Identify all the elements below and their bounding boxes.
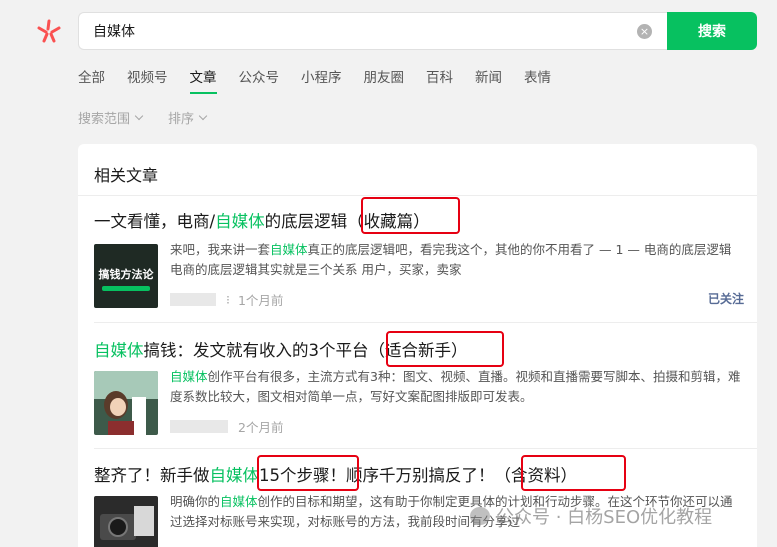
tab-articles[interactable]: 文章 xyxy=(189,66,217,94)
divider xyxy=(94,322,757,323)
divider xyxy=(94,448,757,449)
annotation-box xyxy=(521,455,626,491)
wechat-icon xyxy=(470,507,490,525)
thumbnail-text: 搞钱方法论 xyxy=(98,268,154,281)
publish-time: 2个月前 xyxy=(238,420,284,435)
sort-dropdown[interactable]: 排序 xyxy=(168,108,208,127)
article-thumbnail[interactable] xyxy=(94,371,158,435)
category-tabs: 全部 视频号 文章 公众号 小程序 朋友圈 百科 新闻 表情 xyxy=(78,66,573,94)
account-name-blurred xyxy=(170,420,228,433)
search-scope-dropdown[interactable]: 搜索范围 xyxy=(78,108,144,127)
annotation-box xyxy=(386,331,504,367)
article-thumbnail[interactable] xyxy=(94,496,158,547)
account-name-blurred xyxy=(170,293,216,306)
results-card: 相关文章 一文看懂，电商/自媒体的底层逻辑（收藏篇） 搞钱方法论 来吧，我来讲一… xyxy=(78,144,757,547)
tab-all[interactable]: 全部 xyxy=(78,66,105,92)
chevron-down-icon xyxy=(198,111,208,120)
search-scope-label: 搜索范围 xyxy=(78,112,131,127)
tab-channels[interactable]: 视频号 xyxy=(127,66,168,92)
clear-icon[interactable]: × xyxy=(637,24,652,39)
article-meta: 2个月前 xyxy=(170,417,283,436)
followed-badge: 已关注 xyxy=(707,292,744,306)
search-input[interactable] xyxy=(93,23,613,39)
annotation-box xyxy=(361,197,460,234)
tab-official-accounts[interactable]: 公众号 xyxy=(239,66,280,92)
tab-stickers[interactable]: 表情 xyxy=(524,66,551,92)
chevron-down-icon xyxy=(134,111,144,120)
tab-news[interactable]: 新闻 xyxy=(475,66,502,92)
publish-time: 1个月前 xyxy=(237,293,284,308)
divider xyxy=(78,195,757,196)
sort-label: 排序 xyxy=(168,112,195,127)
camera-thumbnail-image xyxy=(94,496,158,547)
search-box[interactable]: × xyxy=(78,12,668,50)
article-snippet: 来吧，我来讲一套自媒体真正的底层逻辑吧，看完我这个，其他的你不用看了 — 1 —… xyxy=(170,242,732,277)
tab-mini-programs[interactable]: 小程序 xyxy=(301,66,342,92)
search-button[interactable]: 搜索 xyxy=(667,12,757,50)
article-snippet: 自媒体创作平台有很多，主流方式有3种：图文、视频、直播。视频和直播需要写脚本、拍… xyxy=(170,369,741,404)
tab-moments[interactable]: 朋友圈 xyxy=(364,66,405,92)
tab-encyclopedia[interactable]: 百科 xyxy=(426,66,453,92)
watermark: 公众号 · 白杨SEO优化教程 xyxy=(470,503,712,529)
article-title[interactable]: 整齐了！新手做自媒体15个步骤！顺序千万别搞反了！（含资料） xyxy=(94,462,744,486)
annotation-box xyxy=(257,455,359,491)
article-thumbnail[interactable]: 搞钱方法论 xyxy=(94,244,158,308)
section-title: 相关文章 xyxy=(94,166,159,185)
wechat-search-logo-icon xyxy=(37,19,61,43)
article-meta: ⁝ 1个月前 xyxy=(170,290,283,309)
thumbnail-bar xyxy=(102,286,150,291)
anime-thumbnail-image xyxy=(94,371,158,435)
filter-bar: 搜索范围 排序 xyxy=(78,108,232,127)
